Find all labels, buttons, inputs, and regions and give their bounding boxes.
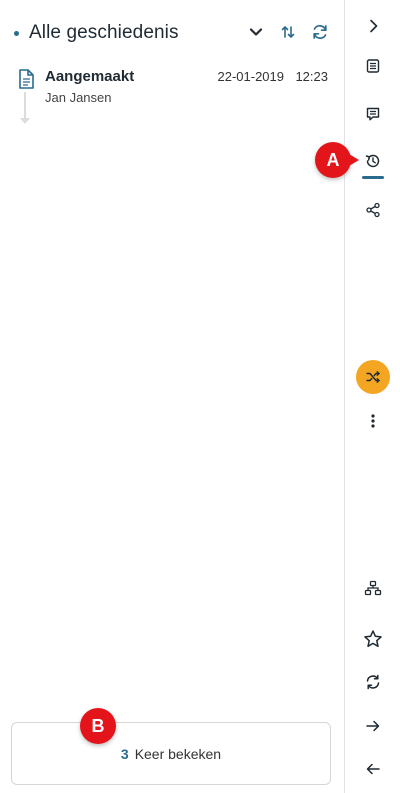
active-tab-indicator (362, 176, 384, 179)
header-actions (246, 22, 330, 42)
comment-icon[interactable] (359, 100, 387, 128)
history-panel: Alle geschiedenis Aangemaakt Jan Jansen … (0, 0, 344, 793)
history-entry[interactable]: Aangemaakt Jan Jansen 22-01-2019 12:23 (14, 66, 328, 126)
entry-date: 22-01-2019 (217, 69, 285, 84)
share-icon[interactable] (359, 196, 387, 224)
document-icon (16, 68, 36, 90)
arrow-left-icon[interactable] (359, 755, 387, 783)
arrow-right-icon[interactable] (359, 712, 387, 740)
panel-header: Alle geschiedenis (14, 18, 330, 48)
hierarchy-icon[interactable] (359, 574, 387, 602)
more-vertical-icon[interactable] (359, 407, 387, 435)
sync-icon[interactable] (359, 668, 387, 696)
star-icon[interactable] (359, 625, 387, 653)
entry-user: Jan Jansen (45, 90, 112, 105)
timeline-line (24, 92, 26, 120)
annotation-marker-a: A (315, 142, 359, 178)
shuffle-icon[interactable] (356, 360, 390, 394)
view-count: 3 (120, 745, 129, 762)
view-count-label: Keer bekeken (134, 745, 222, 762)
page-title: Alle geschiedenis (29, 22, 179, 43)
entry-title: Aangemaakt (45, 68, 135, 85)
sort-icon[interactable] (278, 22, 298, 42)
title-dot (14, 30, 19, 36)
document-list-icon[interactable] (359, 52, 387, 80)
view-count-box[interactable]: 3 Keer bekeken (11, 722, 331, 785)
annotation-marker-b: B (80, 708, 116, 744)
chevron-down-icon[interactable] (246, 22, 266, 42)
history-icon[interactable] (359, 147, 387, 175)
entry-time: 12:23 (295, 69, 328, 84)
chevron-right-icon[interactable] (359, 12, 387, 40)
refresh-icon[interactable] (310, 22, 330, 42)
timeline-arrow (20, 118, 30, 124)
right-sidebar (344, 0, 400, 793)
